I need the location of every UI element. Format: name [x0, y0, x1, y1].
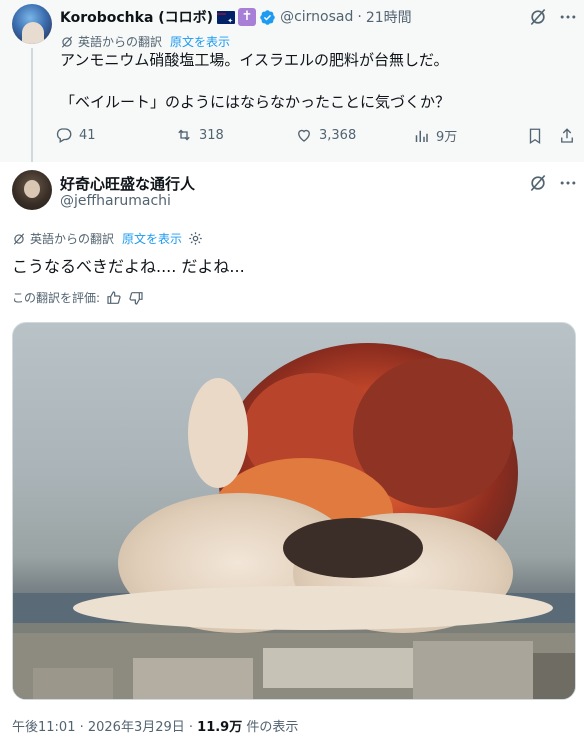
- like-button[interactable]: 3,368: [295, 126, 356, 144]
- timestamp[interactable]: 21時間: [366, 7, 412, 27]
- gear-icon[interactable]: [188, 231, 203, 246]
- action-bar: 41 318 3,368 9万: [55, 126, 580, 148]
- show-original-link[interactable]: 原文を表示: [170, 33, 230, 50]
- reply-count: 41: [79, 127, 96, 143]
- rate-translation: この翻訳を評価:: [12, 289, 144, 306]
- cross-emoji-icon: ✝: [238, 8, 257, 26]
- display-name[interactable]: Korobochka (コロボ): [60, 7, 213, 27]
- repost-icon: [178, 129, 190, 141]
- translation-notice: 英語からの翻訳 原文を表示: [12, 230, 203, 247]
- view-count: 11.9万: [197, 720, 243, 735]
- grok-icon[interactable]: [528, 7, 548, 27]
- translation-label: 英語からの翻訳: [30, 232, 115, 246]
- avatar[interactable]: [12, 170, 52, 210]
- thread-connector-line: [31, 48, 33, 162]
- separator: ·: [357, 9, 362, 25]
- more-options-icon[interactable]: [558, 7, 578, 27]
- parent-tweet-header: Korobochka (コロボ) ✝ @cirnosad · 21時間: [60, 6, 584, 28]
- share-icon[interactable]: [558, 127, 576, 145]
- analytics-icon: [415, 130, 428, 142]
- like-count: 3,368: [319, 127, 357, 143]
- thumbs-down-icon[interactable]: [128, 290, 144, 306]
- views-label: 件の表示: [242, 720, 299, 735]
- parent-tweet[interactable]: Korobochka (コロボ) ✝ @cirnosad · 21時間 英語から…: [0, 0, 584, 162]
- views-button[interactable]: 9万: [412, 126, 457, 145]
- avatar[interactable]: [12, 4, 52, 44]
- reply-icon: [56, 128, 72, 143]
- view-count: 9万: [436, 130, 458, 145]
- reply-button[interactable]: 41: [55, 126, 96, 144]
- grok-icon[interactable]: [528, 173, 548, 193]
- timestamp[interactable]: 午後11:01 · 2026年3月29日 ·: [12, 720, 197, 735]
- repost-button[interactable]: 318: [175, 126, 224, 144]
- tweet-text: こうなるべきだよね.... だよね...: [12, 257, 245, 276]
- explosion-image: [13, 343, 575, 699]
- display-name[interactable]: 好奇心旺盛な通行人: [60, 173, 195, 194]
- tweet-text-line: 「ベイルート」のようにはならなかったことに気づくか？: [60, 93, 451, 111]
- verified-badge-icon: [260, 9, 275, 25]
- translation-label: 英語からの翻訳: [78, 35, 163, 49]
- grok-translate-icon: [61, 35, 73, 48]
- tweet-meta: 午後11:01 · 2026年3月29日 · 11.9万 件の表示: [12, 716, 298, 735]
- more-options-icon[interactable]: [558, 173, 578, 193]
- grok-translate-icon: [13, 232, 25, 245]
- translation-notice: 英語からの翻訳 原文を表示: [60, 33, 230, 50]
- thumbs-up-icon[interactable]: [106, 290, 122, 306]
- repost-count: 318: [199, 127, 224, 143]
- show-original-link[interactable]: 原文を表示: [122, 230, 182, 247]
- australia-flag-icon: [217, 10, 236, 25]
- heart-icon: [298, 129, 310, 142]
- rate-translation-label: この翻訳を評価:: [12, 291, 101, 305]
- explosion-video-thumbnail[interactable]: [12, 322, 576, 700]
- tweet-text: アンモニウム硝酸塩工場。イスラエルの肥料が台無しだ。 「ベイルート」のようにはな…: [60, 50, 570, 113]
- bookmark-icon[interactable]: [526, 127, 544, 145]
- tweet-text-line: アンモニウム硝酸塩工場。イスラエルの肥料が台無しだ。: [60, 51, 449, 69]
- handle[interactable]: @cirnosad: [280, 9, 353, 25]
- handle[interactable]: @jeffharumachi: [60, 193, 171, 209]
